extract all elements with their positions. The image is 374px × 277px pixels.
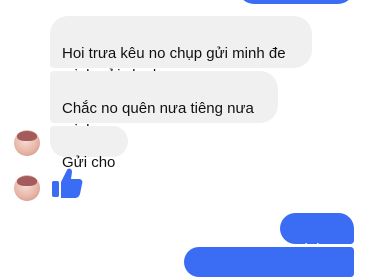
outgoing-message-bubble[interactable]	[238, 0, 354, 4]
thumbs-up-icon[interactable]	[50, 166, 84, 200]
outgoing-message-bubble[interactable]: Ok bạn	[280, 213, 354, 258]
outgoing-message-bubble[interactable]	[184, 247, 354, 277]
incoming-message-bubble[interactable]: Gửi cho	[50, 126, 128, 171]
contact-avatar[interactable]	[14, 175, 40, 201]
contact-avatar[interactable]	[14, 130, 40, 156]
incoming-message-bubble[interactable]: Chắc no quên nưa tiêng nưa minh ve	[50, 71, 278, 139]
thumbs-up-icon	[52, 168, 83, 198]
incoming-message-bubble[interactable]: Hoi trưa kêu no chụp gửi minh đe minh gử…	[50, 16, 312, 84]
